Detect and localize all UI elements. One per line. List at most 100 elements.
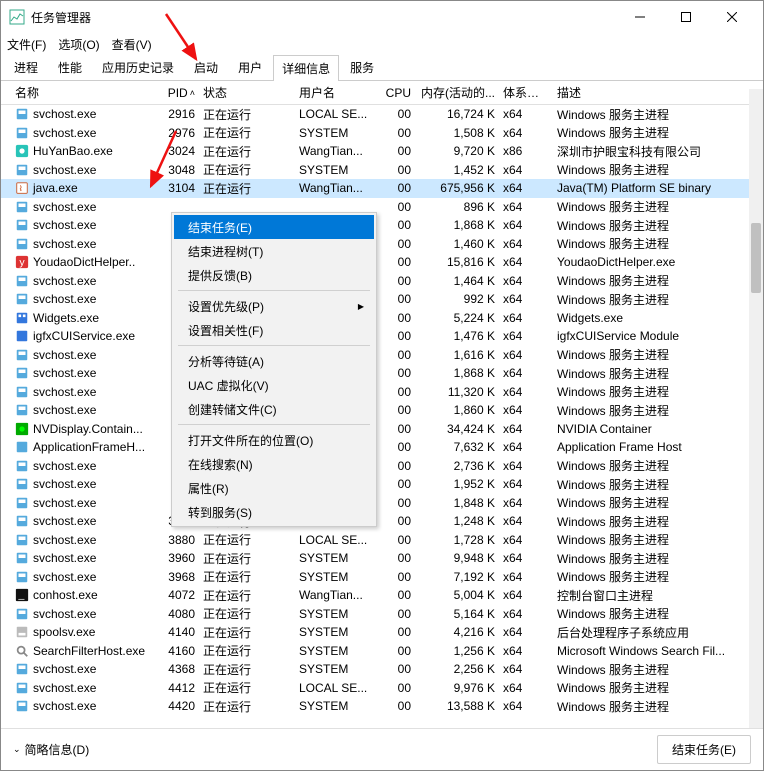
menu-item[interactable]: UAC 虚拟化(V): [174, 373, 374, 397]
process-row[interactable]: svchost.exe0011,320 Kx64Windows 服务主进程: [1, 383, 763, 402]
tab-服务[interactable]: 服务: [341, 54, 383, 80]
process-row[interactable]: svchost.exe001,616 Kx64Windows 服务主进程: [1, 346, 763, 365]
process-arch: x64: [499, 126, 553, 140]
menu-item[interactable]: 选项(O): [58, 36, 99, 53]
process-row[interactable]: svchost.exe2916正在运行LOCAL SE...0016,724 K…: [1, 105, 763, 124]
process-icon: [15, 551, 29, 565]
menu-item[interactable]: 创建转储文件(C): [174, 397, 374, 421]
process-row[interactable]: svchost.exe001,952 Kx64Windows 服务主进程: [1, 475, 763, 494]
process-row[interactable]: svchost.exe3968正在运行SYSTEM007,192 Kx64Win…: [1, 568, 763, 587]
process-cpu: 00: [381, 292, 415, 306]
process-row[interactable]: svchost.exe3048正在运行SYSTEM001,452 Kx64Win…: [1, 161, 763, 180]
header-pid[interactable]: PID˄: [151, 86, 199, 100]
process-arch: x64: [499, 274, 553, 288]
header-status[interactable]: 状态: [199, 84, 295, 101]
process-arch: x64: [499, 329, 553, 343]
process-cpu: 00: [381, 144, 415, 158]
process-arch: x64: [499, 385, 553, 399]
tab-进程[interactable]: 进程: [5, 54, 47, 80]
menu-item[interactable]: 分析等待链(A): [174, 349, 374, 373]
menu-item[interactable]: 转到服务(S): [174, 500, 374, 524]
process-arch: x64: [499, 200, 553, 214]
fewer-details-button[interactable]: ⌄ 简略信息(D): [13, 741, 89, 758]
process-mem: 34,424 K: [415, 422, 499, 436]
process-row[interactable]: svchost.exe00896 Kx64Windows 服务主进程: [1, 198, 763, 217]
end-task-button[interactable]: 结束任务(E): [657, 735, 751, 764]
process-row[interactable]: svchost.exe4368正在运行SYSTEM002,256 Kx64Win…: [1, 660, 763, 679]
menu-item[interactable]: 文件(F): [7, 36, 46, 53]
menu-item[interactable]: 结束任务(E): [174, 215, 374, 239]
process-row[interactable]: svchost.exe2976正在运行SYSTEM001,508 Kx64Win…: [1, 124, 763, 143]
process-row[interactable]: igfxCUIService.exe001,476 Kx64igfxCUISer…: [1, 327, 763, 346]
process-row[interactable]: svchost.exe001,460 Kx64Windows 服务主进程: [1, 235, 763, 254]
process-mem: 7,632 K: [415, 440, 499, 454]
tab-性能[interactable]: 性能: [49, 54, 91, 80]
header-arch[interactable]: 体系结构: [499, 84, 553, 101]
maximize-button[interactable]: [663, 1, 709, 33]
titlebar[interactable]: 任务管理器: [1, 1, 763, 33]
process-row[interactable]: svchost.exe00992 Kx64Windows 服务主进程: [1, 290, 763, 309]
process-name: svchost.exe: [33, 403, 96, 417]
process-row[interactable]: svchost.exe001,848 Kx64Windows 服务主进程: [1, 494, 763, 513]
process-row[interactable]: svchost.exe4080正在运行SYSTEM005,164 Kx64Win…: [1, 605, 763, 624]
process-row[interactable]: svchost.exe4420正在运行SYSTEM0013,588 Kx64Wi…: [1, 697, 763, 716]
menu-item[interactable]: 提供反馈(B): [174, 263, 374, 287]
close-button[interactable]: [709, 1, 755, 33]
process-row[interactable]: yYoudaoDictHelper..0015,816 Kx64YoudaoDi…: [1, 253, 763, 272]
process-row[interactable]: SearchFilterHost.exe4160正在运行SYSTEM001,25…: [1, 642, 763, 661]
process-row[interactable]: svchost.exe3960正在运行SYSTEM009,948 Kx64Win…: [1, 549, 763, 568]
scrollbar-thumb[interactable]: [751, 223, 761, 293]
process-row[interactable]: HuYanBao.exe3024正在运行WangTian...009,720 K…: [1, 142, 763, 161]
process-cpu: 00: [381, 625, 415, 639]
process-row[interactable]: java.exe3104正在运行WangTian...00675,956 Kx6…: [1, 179, 763, 198]
menu-item[interactable]: 结束进程树(T): [174, 239, 374, 263]
process-pid: 3104: [151, 181, 199, 195]
process-status: 正在运行: [199, 587, 295, 604]
process-name: svchost.exe: [33, 163, 96, 177]
process-mem: 675,956 K: [415, 181, 499, 195]
process-mem: 9,720 K: [415, 144, 499, 158]
process-row[interactable]: svchost.exe3740正在运行LOCAL SE...001,248 Kx…: [1, 512, 763, 531]
header-desc[interactable]: 描述: [553, 84, 763, 101]
process-row[interactable]: ApplicationFrameH...007,632 Kx64Applicat…: [1, 438, 763, 457]
process-pid: 4140: [151, 625, 199, 639]
process-desc: Windows 服务主进程: [553, 402, 763, 419]
header-memory[interactable]: 内存(活动的...: [415, 84, 499, 101]
minimize-button[interactable]: [617, 1, 663, 33]
tab-启动[interactable]: 启动: [185, 54, 227, 80]
process-arch: x64: [499, 311, 553, 325]
process-row[interactable]: svchost.exe001,464 Kx64Windows 服务主进程: [1, 272, 763, 291]
process-desc: 深圳市护眼宝科技有限公司: [553, 143, 763, 160]
menu-item[interactable]: 设置优先级(P): [174, 294, 374, 318]
process-row[interactable]: svchost.exe001,868 Kx64Windows 服务主进程: [1, 216, 763, 235]
process-icon: [15, 459, 29, 473]
process-row[interactable]: svchost.exe001,860 Kx64Windows 服务主进程: [1, 401, 763, 420]
process-pid: 2916: [151, 107, 199, 121]
process-row[interactable]: svchost.exe4412正在运行LOCAL SE...009,976 Kx…: [1, 679, 763, 698]
tab-详细信息[interactable]: 详细信息: [273, 55, 339, 81]
process-arch: x64: [499, 551, 553, 565]
process-row[interactable]: svchost.exe001,868 Kx64Windows 服务主进程: [1, 364, 763, 383]
process-row[interactable]: Widgets.exe005,224 Kx64Widgets.exe: [1, 309, 763, 328]
process-row[interactable]: spoolsv.exe4140正在运行SYSTEM004,216 Kx64后台处…: [1, 623, 763, 642]
menu-item[interactable]: 打开文件所在的位置(O): [174, 428, 374, 452]
header-name[interactable]: 名称: [11, 84, 151, 101]
process-row[interactable]: svchost.exe3880正在运行LOCAL SE...001,728 Kx…: [1, 531, 763, 550]
process-user: WangTian...: [295, 588, 381, 602]
process-name: Widgets.exe: [33, 311, 99, 325]
menubar: 文件(F) 选项(O) 查看(V): [1, 33, 763, 55]
process-row[interactable]: _conhost.exe4072正在运行WangTian...005,004 K…: [1, 586, 763, 605]
process-row[interactable]: svchost.exe002,736 Kx64Windows 服务主进程: [1, 457, 763, 476]
menu-item[interactable]: 在线搜索(N): [174, 452, 374, 476]
tab-应用历史记录[interactable]: 应用历史记录: [93, 54, 183, 80]
header-user[interactable]: 用户名: [295, 84, 381, 101]
tab-用户[interactable]: 用户: [229, 54, 271, 80]
process-name: SearchFilterHost.exe: [33, 644, 145, 658]
scrollbar[interactable]: [749, 89, 763, 728]
menu-item[interactable]: 属性(R): [174, 476, 374, 500]
menu-item[interactable]: 设置相关性(F): [174, 318, 374, 342]
menu-item[interactable]: 查看(V): [112, 36, 152, 53]
header-cpu[interactable]: CPU: [381, 86, 415, 100]
process-row[interactable]: NVDisplay.Contain...0034,424 Kx64NVIDIA …: [1, 420, 763, 439]
process-name: svchost.exe: [33, 496, 96, 510]
